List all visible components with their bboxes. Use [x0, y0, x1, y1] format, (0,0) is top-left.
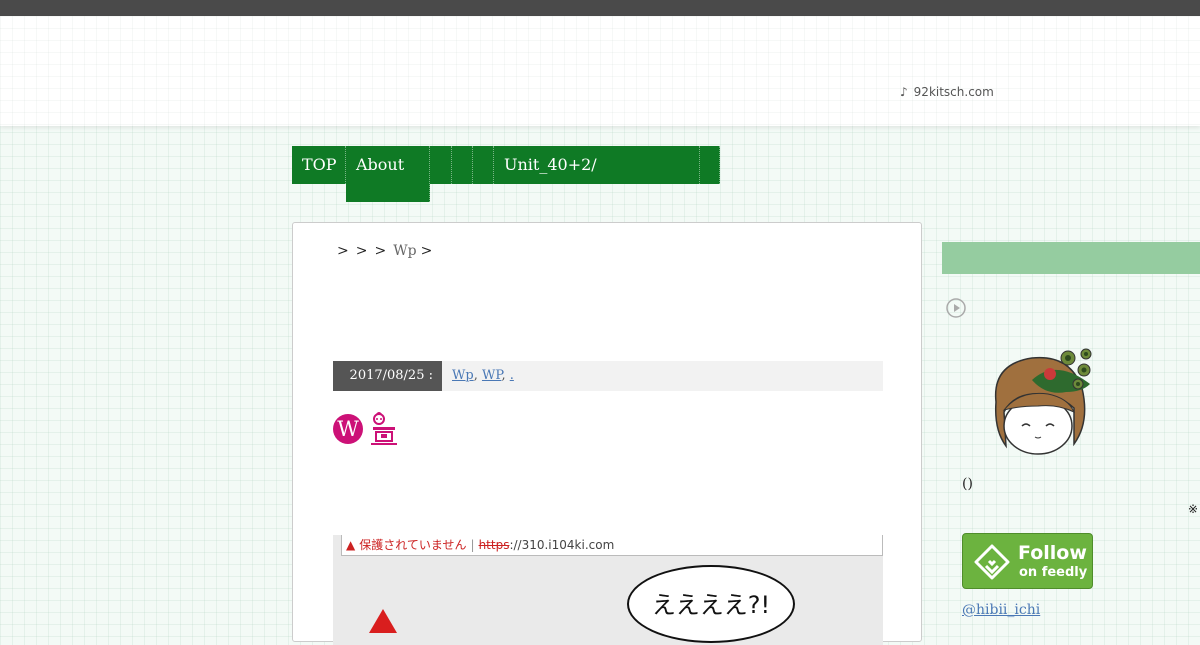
- breadcrumb-separator: >: [337, 243, 349, 259]
- nav-item-4[interactable]: [452, 146, 473, 184]
- follow-on-feedly-button[interactable]: Follow on feedly: [962, 533, 1093, 589]
- post-content: > > > Wp > 2017/08/25 : Wp, WP, . W ▲ 保護されていま…: [292, 222, 922, 645]
- tag-separator: ,: [473, 368, 478, 383]
- twitter-handle-link[interactable]: @hibii_ichi: [962, 602, 1040, 618]
- warning-icon: ▲: [346, 538, 356, 552]
- site-link-label[interactable]: 92kitsch.com: [914, 85, 994, 99]
- sidebar-asterisk: ※: [1188, 502, 1199, 516]
- nav-item-5[interactable]: [473, 146, 494, 184]
- character-icon: [371, 412, 397, 445]
- breadcrumb-separator: >: [355, 243, 368, 259]
- breadcrumb: > > > Wp >: [337, 243, 432, 259]
- breadcrumb-current[interactable]: Wp: [393, 243, 416, 259]
- nav-item-unit[interactable]: Unit_40+2/: [494, 146, 700, 184]
- post-tags: Wp, WP, .: [452, 361, 514, 391]
- speech-bubble: ええええ?!: [627, 565, 795, 643]
- tag-link[interactable]: .: [510, 368, 514, 383]
- breadcrumb-separator: >: [374, 243, 387, 259]
- not-secure-label: 保護されていません: [359, 538, 467, 552]
- play-circle-icon[interactable]: [946, 298, 966, 318]
- site-header: ♪ 92kitsch.com: [0, 16, 1200, 126]
- site-link[interactable]: ♪ 92kitsch.com: [900, 85, 994, 99]
- music-note-icon: ♪: [900, 85, 908, 99]
- url-divider: |: [470, 538, 475, 552]
- feedly-icon: [974, 544, 1010, 580]
- post-meta: 2017/08/25 : Wp, WP, .: [333, 361, 883, 391]
- post-date: 2017/08/25 :: [333, 361, 442, 391]
- feedly-sub-label: on feedly: [1019, 565, 1088, 580]
- nav-item-7[interactable]: [700, 146, 720, 184]
- warning-triangle-icon: [369, 609, 397, 633]
- tag-link[interactable]: WP: [482, 368, 501, 383]
- url-host: ://310.i104ki.com: [509, 538, 615, 552]
- feedly-follow-label: Follow: [1018, 542, 1087, 564]
- nav-item-about[interactable]: About: [346, 146, 430, 202]
- browser-url-bar: ▲ 保護されていません | https://310.i104ki.com: [341, 535, 883, 556]
- wordpress-icon: W: [333, 414, 363, 444]
- tag-link[interactable]: Wp: [452, 368, 474, 383]
- breadcrumb-separator: >: [420, 243, 433, 259]
- avatar: [994, 348, 1092, 455]
- url-scheme: https: [478, 538, 510, 552]
- tag-separator: ,: [501, 368, 506, 383]
- post-screenshot: ▲ 保護されていません | https://310.i104ki.com ええええ?!: [333, 535, 883, 645]
- top-bar: [0, 0, 1200, 16]
- sidebar-paren-text: (): [962, 476, 973, 492]
- nav-item-top[interactable]: TOP: [292, 146, 346, 184]
- sidebar-heading-band: [942, 242, 1200, 274]
- nav-item-3[interactable]: [430, 146, 452, 184]
